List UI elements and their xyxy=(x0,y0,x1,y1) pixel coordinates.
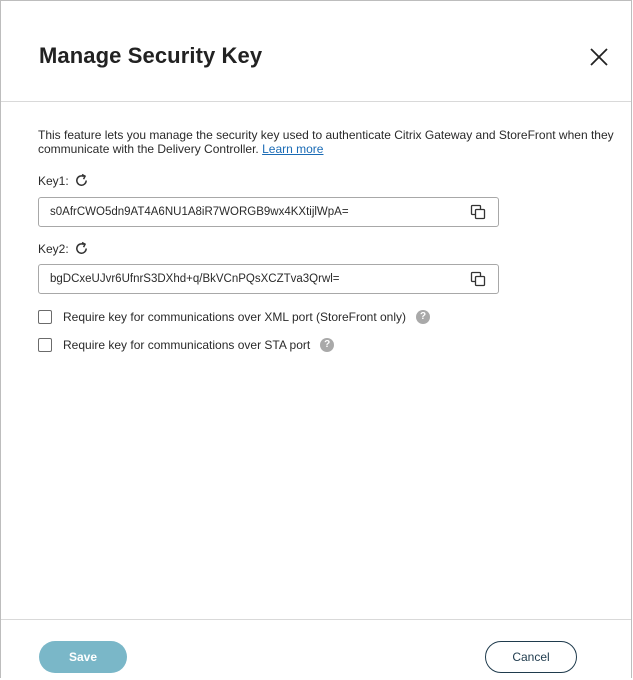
dialog-header: Manage Security Key xyxy=(1,1,631,102)
copy-icon[interactable] xyxy=(470,271,486,287)
dialog-footer: Save Cancel xyxy=(1,619,631,680)
manage-security-key-dialog: Manage Security Key This feature lets yo… xyxy=(0,0,632,678)
xml-port-label: Require key for communications over XML … xyxy=(63,310,407,324)
close-icon xyxy=(590,48,608,66)
key2-value[interactable]: bgDCxeUJvr6UfnrS3DXhd+q/BkVCnPQsXCZTva3Q… xyxy=(50,265,340,293)
key2-label-row: Key2: xyxy=(38,241,89,256)
help-icon[interactable]: ? xyxy=(320,338,335,352)
sta-port-checkbox[interactable] xyxy=(38,338,52,352)
key1-label: Key1: xyxy=(38,173,69,188)
dialog-title: Manage Security Key xyxy=(39,43,263,68)
key1-field[interactable]: s0AfrCWO5dn9AT4A6NU1A8iR7WORGB9wx4KXtijl… xyxy=(38,197,499,227)
cancel-button[interactable]: Cancel xyxy=(485,641,577,673)
learn-more-link[interactable]: Learn more xyxy=(262,142,323,156)
xml-port-checkbox[interactable] xyxy=(38,310,52,324)
sta-port-label: Require key for communications over STA … xyxy=(63,338,311,352)
dialog-description: This feature lets you manage the securit… xyxy=(38,128,623,156)
key2-label: Key2: xyxy=(38,241,69,256)
key1-label-row: Key1: xyxy=(38,173,89,188)
close-button[interactable] xyxy=(587,45,611,69)
copy-icon[interactable] xyxy=(470,204,486,220)
sta-port-option: Require key for communications over STA … xyxy=(38,338,335,352)
refresh-icon[interactable] xyxy=(74,241,89,256)
key2-field[interactable]: bgDCxeUJvr6UfnrS3DXhd+q/BkVCnPQsXCZTva3Q… xyxy=(38,264,499,294)
xml-port-option: Require key for communications over XML … xyxy=(38,310,431,324)
help-icon[interactable]: ? xyxy=(416,310,431,324)
key1-value[interactable]: s0AfrCWO5dn9AT4A6NU1A8iR7WORGB9wx4KXtijl… xyxy=(50,198,349,226)
save-button[interactable]: Save xyxy=(39,641,127,673)
refresh-icon[interactable] xyxy=(74,173,89,188)
description-text: This feature lets you manage the securit… xyxy=(38,128,614,156)
